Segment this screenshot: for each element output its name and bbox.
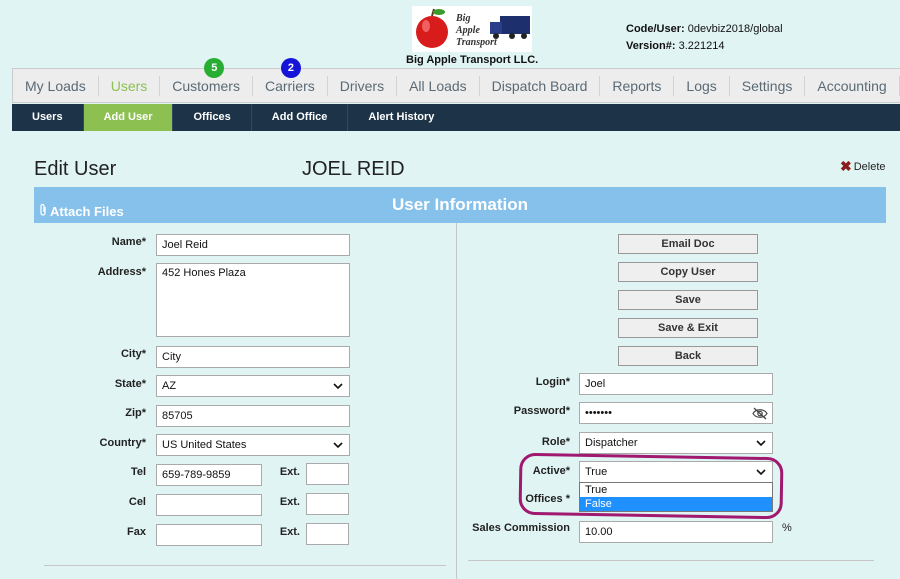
save-button[interactable]: Save bbox=[618, 290, 758, 310]
main-nav: My Loads Users Customers 5 Carriers 2 Dr… bbox=[12, 57, 900, 103]
cel-label: Cel bbox=[128, 496, 146, 508]
section-divider-right bbox=[468, 560, 874, 561]
sales-commission-input[interactable]: 10.00 bbox=[579, 521, 773, 543]
subnav-add-user[interactable]: Add User bbox=[83, 104, 174, 131]
state-select[interactable]: AZ bbox=[156, 375, 350, 397]
password-input[interactable]: ••••••• bbox=[579, 402, 773, 424]
password-value: ••••••• bbox=[585, 407, 612, 419]
save-exit-button[interactable]: Save & Exit bbox=[618, 318, 758, 338]
fax-label: Fax bbox=[127, 526, 146, 538]
company-logo: Big Apple Transport bbox=[412, 6, 532, 52]
column-divider bbox=[456, 223, 457, 579]
address-textarea[interactable]: 452 Hones Plaza bbox=[156, 263, 350, 337]
login-input[interactable]: Joel bbox=[579, 373, 773, 395]
tel-ext-input[interactable] bbox=[306, 463, 349, 485]
fax-ext-label: Ext. bbox=[279, 526, 300, 538]
delete-label: Delete bbox=[853, 160, 886, 173]
address-label: Address* bbox=[97, 266, 146, 278]
name-label: Name* bbox=[111, 236, 146, 248]
paperclip-icon bbox=[38, 203, 48, 220]
country-select[interactable]: US United States bbox=[156, 434, 350, 456]
chevron-down-icon bbox=[333, 383, 343, 390]
country-label: Country* bbox=[99, 437, 146, 449]
role-label: Role* bbox=[541, 436, 570, 448]
nav-settings[interactable]: Settings bbox=[730, 75, 806, 96]
version-label: Version#: bbox=[626, 40, 676, 52]
delete-x-icon: ✖ bbox=[840, 158, 852, 174]
cel-ext-label: Ext. bbox=[279, 496, 300, 508]
nav-customers[interactable]: Customers 5 bbox=[160, 57, 253, 96]
role-select[interactable]: Dispatcher bbox=[579, 432, 773, 454]
cel-ext-input[interactable] bbox=[306, 493, 349, 515]
panel-title: User Information bbox=[391, 195, 529, 214]
email-doc-button[interactable]: Email Doc bbox=[618, 234, 758, 254]
nav-carriers-label: Carriers bbox=[264, 77, 315, 94]
nav-logs[interactable]: Logs bbox=[674, 75, 730, 96]
tel-label: Tel bbox=[130, 466, 146, 478]
carriers-count-badge: 2 bbox=[280, 57, 301, 78]
subnav-alert-history[interactable]: Alert History bbox=[348, 104, 454, 131]
role-value: Dispatcher bbox=[585, 437, 638, 449]
nav-dispatch-board[interactable]: Dispatch Board bbox=[480, 75, 601, 96]
nav-users[interactable]: Users bbox=[99, 75, 161, 96]
login-label: Login* bbox=[535, 376, 570, 388]
nav-carriers[interactable]: Carriers 2 bbox=[253, 57, 328, 96]
cel-input[interactable] bbox=[156, 494, 262, 516]
sales-commission-label: Sales Commission bbox=[472, 522, 570, 534]
section-divider-left bbox=[44, 565, 446, 566]
state-label: State* bbox=[114, 378, 146, 390]
svg-text:Apple: Apple bbox=[455, 25, 480, 36]
country-value: US United States bbox=[162, 439, 247, 451]
code-user-label: Code/User: bbox=[626, 23, 685, 35]
city-label: City* bbox=[120, 348, 146, 360]
fax-ext-input[interactable] bbox=[306, 523, 349, 545]
name-input[interactable]: Joel Reid bbox=[156, 234, 350, 256]
tel-ext-label: Ext. bbox=[279, 466, 300, 478]
zip-label: Zip* bbox=[125, 407, 146, 419]
chevron-down-icon bbox=[333, 442, 343, 449]
chevron-down-icon bbox=[756, 440, 766, 447]
page-title: Edit User bbox=[34, 158, 117, 180]
version-value: 3.221214 bbox=[678, 40, 725, 52]
company-name: Big Apple Transport LLC. bbox=[406, 54, 539, 66]
code-user-value: 0devbiz2018/global bbox=[687, 23, 783, 35]
state-value: AZ bbox=[162, 380, 177, 392]
nav-all-loads[interactable]: All Loads bbox=[397, 75, 480, 96]
customers-count-badge: 5 bbox=[204, 57, 225, 78]
zip-input[interactable]: 85705 bbox=[156, 405, 350, 427]
sub-nav: Users Add User Offices Add Office Alert … bbox=[12, 104, 900, 131]
fax-input[interactable] bbox=[156, 524, 262, 546]
tel-input[interactable]: 659-789-9859 bbox=[156, 464, 262, 486]
attach-files-label: Attach Files bbox=[50, 204, 124, 219]
attach-files-link[interactable]: Attach Files bbox=[38, 203, 124, 220]
city-input[interactable]: City bbox=[156, 346, 350, 368]
percent-sign: % bbox=[782, 522, 792, 534]
nav-drivers[interactable]: Drivers bbox=[328, 75, 398, 96]
delete-button[interactable]: ✖ Delete bbox=[840, 158, 886, 175]
password-label: Password* bbox=[513, 405, 570, 417]
version-info: Code/User: 0devbiz2018/global Version#: … bbox=[626, 21, 783, 55]
subnav-offices[interactable]: Offices bbox=[173, 104, 252, 131]
user-full-name: JOEL REID bbox=[302, 158, 405, 180]
nav-my-loads[interactable]: My Loads bbox=[13, 75, 99, 96]
subnav-users[interactable]: Users bbox=[12, 104, 84, 131]
eye-slash-icon[interactable] bbox=[752, 407, 768, 420]
copy-user-button[interactable]: Copy User bbox=[618, 262, 758, 282]
annotation-highlight bbox=[518, 452, 784, 520]
back-button[interactable]: Back bbox=[618, 346, 758, 366]
svg-text:Big: Big bbox=[455, 13, 470, 24]
nav-accounting[interactable]: Accounting bbox=[805, 75, 900, 96]
svg-text:Transport: Transport bbox=[456, 37, 498, 48]
nav-reports[interactable]: Reports bbox=[600, 75, 675, 96]
panel-header: User Information Attach Files bbox=[34, 187, 886, 223]
nav-customers-label: Customers bbox=[172, 77, 240, 94]
subnav-add-office[interactable]: Add Office bbox=[252, 104, 349, 131]
